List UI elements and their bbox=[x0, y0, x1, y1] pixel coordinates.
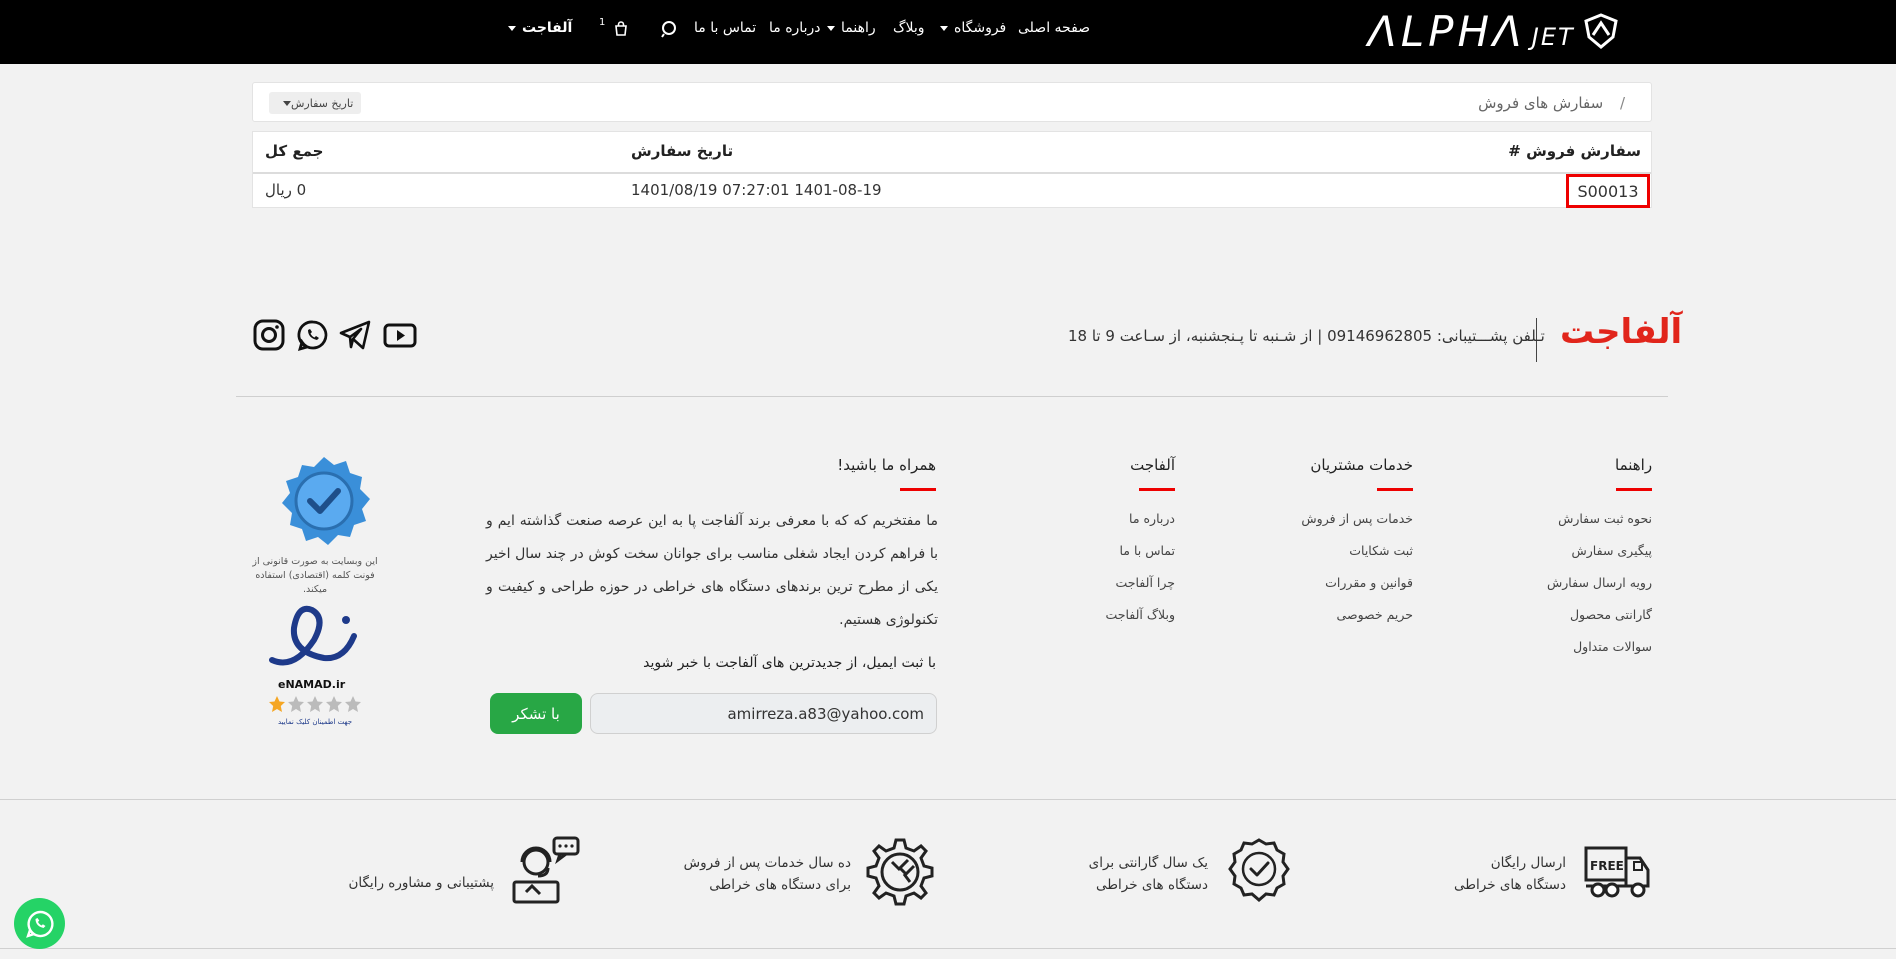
enamad-label[interactable]: eNAMAD.ir bbox=[278, 678, 345, 691]
services-column-title: خدمات مشتریان bbox=[1310, 456, 1413, 474]
guide-link-warranty[interactable]: گارانتی محصول bbox=[1570, 607, 1652, 622]
support-phone: تـلفن پشـــتیبانی: 09146962805 | از شـنب… bbox=[1068, 327, 1545, 345]
whatsapp-icon bbox=[25, 910, 54, 938]
about-title-underline bbox=[900, 488, 936, 491]
nav-guide-label: راهنما bbox=[841, 20, 876, 36]
sort-by-date-label: تاریخ سفارش bbox=[291, 96, 354, 110]
nav-about[interactable]: درباره ما bbox=[769, 20, 820, 36]
guide-column-title: راهنما bbox=[1615, 456, 1653, 474]
footer-brand[interactable]: آلفاجت bbox=[1560, 312, 1682, 352]
youtube-icon[interactable] bbox=[383, 318, 417, 352]
nav-guide[interactable]: راهنما bbox=[827, 20, 876, 36]
chevron-down-icon bbox=[508, 25, 516, 31]
logo-subtext: JET bbox=[1531, 23, 1575, 51]
header-total: جمع کل bbox=[265, 142, 324, 160]
rating-stars-icon bbox=[269, 696, 361, 712]
services-title-underline bbox=[1377, 488, 1413, 491]
account-menu-label: آلفاجت bbox=[522, 20, 573, 36]
support-agent-icon bbox=[512, 836, 580, 904]
services-link-terms[interactable]: قوانین و مقررات bbox=[1325, 575, 1413, 590]
guide-link-track-order[interactable]: پیگیری سفارش bbox=[1572, 543, 1652, 558]
feature-after-sales: ده سال خدمات پس از فروش برای دستگاه های … bbox=[684, 852, 851, 896]
telegram-icon[interactable] bbox=[338, 318, 372, 352]
guide-link-shipping-policy[interactable]: رویه ارسال سفارش bbox=[1547, 575, 1652, 590]
nav-shop-label: فروشگاه bbox=[954, 20, 1007, 36]
feature-free-shipping-line2: دستگاه های خراطی bbox=[1454, 877, 1566, 893]
enamad-logo-icon[interactable] bbox=[264, 600, 364, 676]
breadcrumb-current: / سفارش های فروش bbox=[1478, 94, 1625, 112]
alphajet-logo[interactable]: ΛLPHΛ JET bbox=[1368, 6, 1653, 56]
feature-warranty-line1: یک سال گارانتی برای bbox=[1088, 855, 1208, 871]
breadcrumb: / سفارش های فروش تاریخ سفارش bbox=[252, 82, 1652, 122]
services-link-privacy[interactable]: حریم خصوصی bbox=[1337, 607, 1413, 622]
guide-link-how-to-order[interactable]: نحوه ثبت سفارش bbox=[1558, 511, 1652, 526]
whatsapp-chat-button[interactable] bbox=[14, 898, 65, 949]
chevron-down-icon bbox=[940, 25, 948, 31]
footer-bottom-divider bbox=[0, 948, 1896, 949]
alphajet-link-contact[interactable]: تماس با ما bbox=[1119, 543, 1175, 558]
breadcrumb-label: سفارش های فروش bbox=[1478, 94, 1604, 112]
newsletter-email-input[interactable] bbox=[590, 693, 937, 734]
breadcrumb-separator: / bbox=[1619, 94, 1625, 112]
chevron-down-icon bbox=[827, 25, 835, 31]
cart-count-badge: 1 bbox=[599, 17, 606, 28]
services-link-complaints[interactable]: ثبت شکایات bbox=[1349, 543, 1413, 558]
instagram-icon[interactable] bbox=[252, 318, 286, 352]
header-order-date: تاریخ سفارش bbox=[631, 142, 734, 160]
footer-divider bbox=[236, 396, 1668, 397]
search-icon[interactable] bbox=[661, 20, 679, 38]
nav-contact[interactable]: تماس با ما bbox=[694, 20, 756, 36]
feature-warranty-line2: دستگاه های خراطی bbox=[1096, 877, 1208, 893]
enamad-trust-note: جهت اطمینان کلیک نمایید bbox=[278, 718, 353, 726]
account-menu[interactable]: آلفاجت bbox=[508, 20, 572, 36]
verified-badge-icon[interactable] bbox=[276, 455, 372, 551]
nav-shop[interactable]: فروشگاه bbox=[940, 20, 1006, 36]
feature-support: پشتیبانی و مشاوره رایگان bbox=[348, 872, 494, 894]
nav-home[interactable]: صفحه اصلی bbox=[1018, 20, 1090, 36]
services-link-after-sales[interactable]: خدمات پس از فروش bbox=[1301, 511, 1413, 526]
table-divider bbox=[253, 172, 1651, 174]
logo-text: ΛLPHΛ bbox=[1368, 6, 1526, 56]
newsletter-submit-button[interactable]: با تشکر bbox=[490, 693, 582, 734]
feature-free-shipping-line1: ارسال رایگان bbox=[1490, 855, 1566, 871]
sort-by-date-dropdown[interactable]: تاریخ سفارش bbox=[269, 92, 362, 114]
about-column-title: همراه ما باشید! bbox=[837, 456, 936, 474]
feature-after-sales-line2: برای دستگاه های خراطی bbox=[709, 877, 851, 893]
order-link[interactable]: S00013 bbox=[1566, 174, 1650, 208]
alphajet-link-blog[interactable]: وبلاگ آلفاجت bbox=[1105, 607, 1175, 622]
feature-warranty: یک سال گارانتی برای دستگاه های خراطی bbox=[1089, 852, 1208, 896]
top-header: ΛLPHΛ JET صفحه اصلی فروشگاه وبلاگ راهنما… bbox=[0, 0, 1896, 64]
orders-table: سفارش فروش # تاریخ سفارش جمع کل S00013 1… bbox=[252, 131, 1652, 208]
chevron-down-icon bbox=[283, 100, 291, 106]
nav-blog[interactable]: وبلاگ bbox=[893, 20, 925, 36]
header-order-number: سفارش فروش # bbox=[1508, 142, 1641, 160]
font-license-text: این وبسایت به صورت قانونی از فونت کلمه (… bbox=[252, 556, 378, 595]
shield-logo-icon bbox=[1583, 13, 1618, 49]
guide-title-underline bbox=[1616, 488, 1652, 491]
free-label: FREE bbox=[1590, 859, 1624, 873]
guide-link-faq[interactable]: سوالات متداول bbox=[1573, 639, 1652, 654]
alphajet-link-about[interactable]: درباره ما bbox=[1129, 511, 1175, 526]
cart-icon[interactable] bbox=[614, 21, 628, 36]
alphajet-link-why[interactable]: چرا آلفاجت bbox=[1116, 575, 1176, 590]
feature-support-line1: پشتیبانی و مشاوره رایگان bbox=[348, 875, 494, 891]
features-top-divider bbox=[0, 799, 1896, 800]
alphajet-column-title: آلفاجت bbox=[1130, 456, 1175, 474]
order-date-cell: 1401/08/19 07:27:01 1401-08-19 bbox=[631, 181, 882, 199]
whatsapp-icon[interactable] bbox=[296, 318, 330, 352]
alphajet-title-underline bbox=[1139, 488, 1175, 491]
newsletter-label: با ثبت ایمیل، از جدیدترین های آلفاجت با … bbox=[643, 655, 936, 671]
after-sales-gear-icon bbox=[866, 838, 934, 906]
warranty-badge-icon bbox=[1228, 838, 1290, 902]
feature-after-sales-line1: ده سال خدمات پس از فروش bbox=[683, 855, 851, 871]
feature-free-shipping: ارسال رایگان دستگاه های خراطی bbox=[1454, 852, 1566, 896]
free-shipping-truck-icon: FREE bbox=[1584, 846, 1650, 898]
about-paragraph: ما مفتخریم که که با معرفی برند آلفاجت پا… bbox=[486, 513, 938, 628]
order-total-cell: 0 ریال bbox=[265, 181, 307, 199]
